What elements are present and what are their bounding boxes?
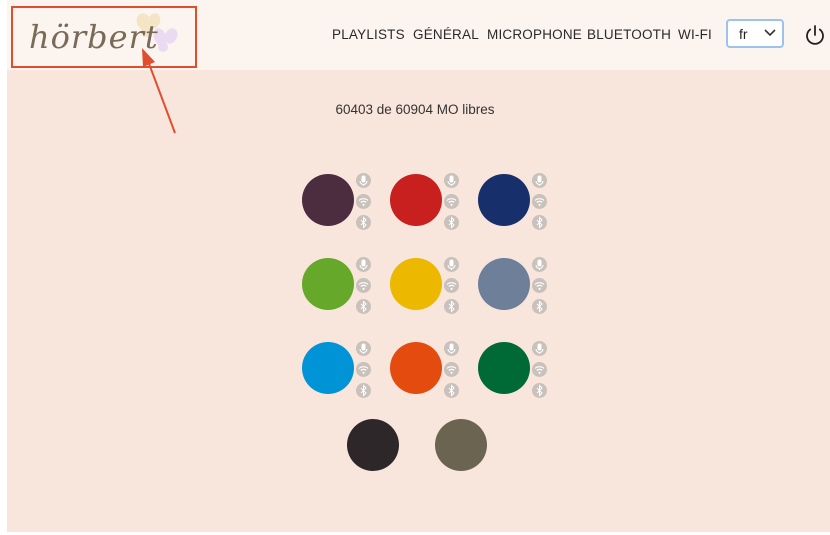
power-icon[interactable] <box>804 24 826 46</box>
playlist-color-button[interactable] <box>390 342 442 394</box>
playlist-color-button[interactable] <box>302 258 354 310</box>
nav-wifi[interactable]: WI-FI <box>678 27 712 42</box>
playlist-1[interactable] <box>302 170 378 230</box>
language-select[interactable]: fr <box>726 19 784 48</box>
microphone-icon <box>532 341 547 356</box>
wifi-icon <box>356 278 371 293</box>
microphone-icon <box>532 173 547 188</box>
wifi-icon <box>444 278 459 293</box>
playlist-color-button[interactable] <box>302 342 354 394</box>
wifi-icon <box>532 194 547 209</box>
bluetooth-icon <box>356 383 371 398</box>
playlist-10[interactable] <box>347 415 423 475</box>
microphone-icon <box>356 173 371 188</box>
playlist-8[interactable] <box>390 338 466 398</box>
chevron-down-icon <box>764 29 776 37</box>
microphone-icon <box>444 257 459 272</box>
microphone-icon <box>444 173 459 188</box>
playlist-color-button[interactable] <box>390 258 442 310</box>
playlist-color-button[interactable] <box>478 174 530 226</box>
playlist-5[interactable] <box>390 254 466 314</box>
playlist-7[interactable] <box>302 338 378 398</box>
microphone-icon <box>356 341 371 356</box>
nav-playlists[interactable]: PLAYLISTS <box>332 27 405 42</box>
wifi-icon <box>444 194 459 209</box>
microphone-icon <box>444 341 459 356</box>
wifi-icon <box>444 362 459 377</box>
playlist-4[interactable] <box>302 254 378 314</box>
microphone-icon <box>356 257 371 272</box>
bluetooth-icon <box>444 215 459 230</box>
playlist-6[interactable] <box>478 254 554 314</box>
wifi-icon <box>356 194 371 209</box>
bluetooth-icon <box>444 383 459 398</box>
bluetooth-icon <box>356 299 371 314</box>
wifi-icon <box>356 362 371 377</box>
bluetooth-icon <box>356 215 371 230</box>
microphone-icon <box>532 257 547 272</box>
playlist-color-button[interactable] <box>347 419 399 471</box>
annotation-arrow <box>142 48 176 134</box>
playlist-color-button[interactable] <box>478 342 530 394</box>
playlist-3[interactable] <box>478 170 554 230</box>
nav-bluetooth[interactable]: BLUETOOTH <box>587 27 671 42</box>
bluetooth-icon <box>532 383 547 398</box>
wifi-icon <box>532 278 547 293</box>
playlist-2[interactable] <box>390 170 466 230</box>
nav-general[interactable]: GÉNÉRAL <box>413 27 479 42</box>
playlist-color-button[interactable] <box>478 258 530 310</box>
playlist-color-button[interactable] <box>390 174 442 226</box>
language-value: fr <box>739 26 748 42</box>
bluetooth-icon <box>532 299 547 314</box>
nav-microphone[interactable]: MICROPHONE <box>487 27 582 42</box>
bluetooth-icon <box>532 215 547 230</box>
playlist-color-button[interactable] <box>435 419 487 471</box>
wifi-icon <box>532 362 547 377</box>
playlist-9[interactable] <box>478 338 554 398</box>
storage-info: 60403 de 60904 MO libres <box>335 102 495 117</box>
playlist-11[interactable] <box>435 415 511 475</box>
playlist-color-button[interactable] <box>302 174 354 226</box>
bluetooth-icon <box>444 299 459 314</box>
